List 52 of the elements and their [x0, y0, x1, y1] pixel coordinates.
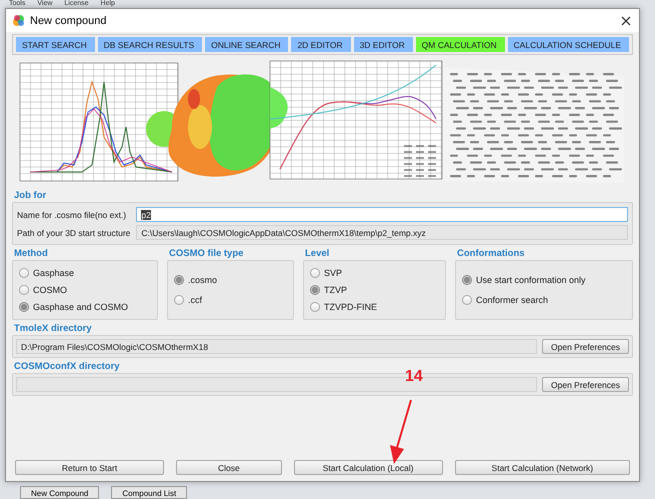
radio-button[interactable] — [462, 275, 472, 285]
dialog-button[interactable]: Close — [176, 460, 282, 475]
radio-label: .cosmo — [188, 275, 218, 285]
background-button[interactable]: New Compound — [20, 486, 100, 499]
radio-label: .ccf — [188, 295, 202, 305]
field-label: Path of your 3D start structure — [17, 228, 130, 238]
tab[interactable]: QM CALCULATION — [416, 37, 505, 52]
section-heading: Job for — [14, 190, 46, 201]
radio-button[interactable] — [174, 295, 184, 305]
radio-label: SVP — [324, 268, 342, 278]
open-preferences-button[interactable]: Open Preferences — [542, 377, 629, 392]
radio-label: TZVP — [324, 284, 348, 295]
input-field[interactable]: p2 — [136, 207, 628, 222]
radio-button[interactable] — [310, 302, 320, 312]
radio-label: Gasphase and COSMO — [33, 302, 128, 312]
section-heading: Method — [14, 248, 48, 259]
section-heading: COSMO file type — [169, 248, 244, 259]
radio-button[interactable] — [19, 284, 29, 295]
app-logo-icon — [12, 14, 25, 27]
radio-label: Conformer search — [476, 295, 548, 305]
background-button[interactable]: Compound List — [111, 486, 188, 499]
radio-button[interactable] — [310, 268, 320, 278]
tab[interactable]: ONLINE SEARCH — [205, 37, 288, 52]
tab[interactable]: START SEARCH — [16, 37, 95, 52]
radio-label: COSMO — [33, 284, 68, 295]
open-preferences-button[interactable]: Open Preferences — [542, 339, 629, 354]
tab[interactable]: DB SEARCH RESULTS — [98, 37, 202, 52]
tab[interactable]: 3D EDITOR — [354, 37, 413, 52]
section-heading: Level — [305, 248, 330, 259]
radio-button[interactable] — [174, 275, 184, 285]
radio-button[interactable] — [310, 284, 320, 295]
window-title: New compound — [30, 14, 108, 26]
radio-label: TZVPD-FINE — [324, 302, 377, 312]
radio-label: Gasphase — [33, 268, 74, 278]
dialog-button[interactable]: Return to Start — [15, 460, 164, 475]
path-field[interactable]: D:\Program Files\COSMOlogic\COSMOthermX18 — [16, 339, 538, 354]
radio-button[interactable] — [462, 295, 472, 305]
tab[interactable]: CALCULATION SCHEDULE — [508, 37, 629, 52]
tab[interactable]: 2D EDITOR — [291, 37, 351, 52]
dialog-button[interactable]: Start Calculation (Local) — [294, 460, 443, 475]
section-heading: COSMOconfX directory — [14, 361, 120, 372]
section-heading: Conformations — [457, 248, 525, 259]
annotation-arrow — [387, 399, 413, 465]
radio-button[interactable] — [19, 268, 29, 278]
radio-label: Use start conformation only — [476, 275, 586, 285]
close-icon[interactable] — [621, 16, 631, 26]
readonly-field[interactable]: C:\Users\laugh\COSMOlogicAppData\COSMOthermX18\temp\p2_temp.xyz — [136, 225, 628, 240]
field-label: Name for .cosmo file(no ext.) — [17, 210, 128, 220]
section-heading: TmoleX directory — [14, 323, 92, 334]
annotation-number: 14 — [405, 368, 423, 386]
radio-button[interactable] — [19, 302, 29, 312]
dialog-button[interactable]: Start Calculation (Network) — [454, 460, 630, 475]
